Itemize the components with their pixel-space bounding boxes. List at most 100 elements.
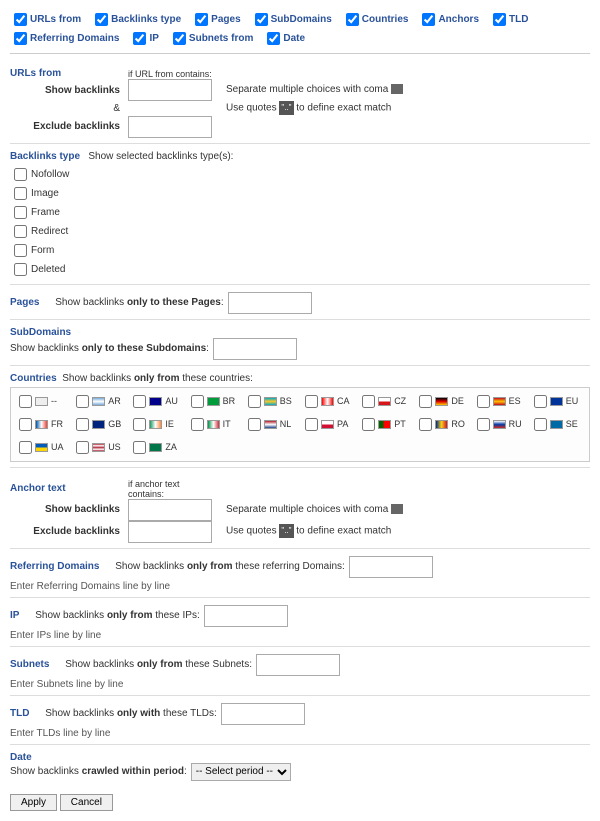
flag-icon [550, 397, 563, 406]
filter-toggle-subdomains[interactable]: SubDomains [251, 10, 332, 29]
filter-toggle-pages[interactable]: Pages [191, 10, 240, 29]
country---[interactable]: -- [15, 392, 70, 411]
country-fr[interactable]: FR [15, 415, 70, 434]
flag-icon [264, 397, 277, 406]
backlinks-type-image[interactable]: Image [10, 184, 590, 203]
country-es[interactable]: ES [473, 392, 528, 411]
country-au[interactable]: AU [129, 392, 184, 411]
urls-from-title: URLs from [10, 68, 120, 79]
keyboard-icon [391, 84, 403, 94]
country-pt[interactable]: PT [358, 415, 413, 434]
country-pa[interactable]: PA [301, 415, 356, 434]
section-subdomains: SubDomains Show backlinks only to these … [10, 322, 590, 366]
top-filter-bar: URLs from Backlinks type Pages SubDomains Co… [10, 10, 590, 54]
filter-checkbox[interactable] [195, 13, 208, 26]
country-us[interactable]: US [72, 438, 127, 457]
flag-icon [550, 420, 563, 429]
flag-icon [149, 420, 162, 429]
country-br[interactable]: BR [187, 392, 242, 411]
country-ca[interactable]: CA [301, 392, 356, 411]
flag-icon [207, 420, 220, 429]
date-period-select[interactable]: -- Select period -- [191, 763, 291, 781]
keyboard-icon [391, 504, 403, 514]
filter-toggle-countries[interactable]: Countries [342, 10, 409, 29]
filter-toggle-referring-domains[interactable]: Referring Domains [10, 29, 119, 48]
section-backlinks-type: Backlinks type Show selected backlinks t… [10, 146, 590, 285]
backlinks-type-nofollow[interactable]: Nofollow [10, 165, 590, 184]
flag-icon [35, 443, 48, 452]
url-show-input[interactable] [128, 79, 212, 101]
filter-checkbox[interactable] [133, 32, 146, 45]
country-cz[interactable]: CZ [358, 392, 413, 411]
flag-icon [264, 420, 277, 429]
cancel-button[interactable]: Cancel [60, 794, 113, 811]
filter-toggle-urls-from[interactable]: URLs from [10, 10, 81, 29]
backlinks-type-deleted[interactable]: Deleted [10, 260, 590, 279]
filter-checkbox[interactable] [493, 13, 506, 26]
flag-icon [92, 420, 105, 429]
quote-icon: ".." [279, 524, 293, 538]
filter-toggle-backlinks-type[interactable]: Backlinks type [91, 10, 181, 29]
apply-button[interactable]: Apply [10, 794, 57, 811]
section-pages: Pages Show backlinks only to these Pages… [10, 287, 590, 320]
quote-icon: ".." [279, 101, 293, 115]
country-nl[interactable]: NL [244, 415, 299, 434]
country-de[interactable]: DE [415, 392, 470, 411]
flag-icon [207, 397, 220, 406]
country-eu[interactable]: EU [530, 392, 585, 411]
button-row: Apply Cancel [10, 794, 590, 811]
flag-icon [378, 420, 391, 429]
flag-icon [435, 420, 448, 429]
filter-toggle-date[interactable]: Date [263, 29, 305, 48]
filter-toggle-anchors[interactable]: Anchors [418, 10, 479, 29]
anchor-show-input[interactable] [128, 499, 212, 521]
flag-icon [35, 420, 48, 429]
filter-checkbox[interactable] [95, 13, 108, 26]
backlinks-type-frame[interactable]: Frame [10, 203, 590, 222]
country-gb[interactable]: GB [72, 415, 127, 434]
flag-icon [321, 397, 334, 406]
country-ie[interactable]: IE [129, 415, 184, 434]
country-bs[interactable]: BS [244, 392, 299, 411]
filter-toggle-subnets-from[interactable]: Subnets from [169, 29, 253, 48]
filter-checkbox[interactable] [422, 13, 435, 26]
flag-icon [321, 420, 334, 429]
country-ua[interactable]: UA [15, 438, 70, 457]
filter-toggle-tld[interactable]: TLD [489, 10, 528, 29]
url-exclude-input[interactable] [128, 116, 212, 138]
backlinks-type-form[interactable]: Form [10, 241, 590, 260]
country-ar[interactable]: AR [72, 392, 127, 411]
country-ro[interactable]: RO [415, 415, 470, 434]
anchor-exclude-input[interactable] [128, 521, 212, 543]
filter-checkbox[interactable] [346, 13, 359, 26]
section-subnets: Subnets Show backlinks only from these S… [10, 649, 590, 696]
flag-icon [149, 443, 162, 452]
section-ip: IP Show backlinks only from these IPs: E… [10, 600, 590, 647]
tld-input[interactable] [221, 703, 305, 725]
flag-icon [35, 397, 48, 406]
refdomains-input[interactable] [349, 556, 433, 578]
section-referring-domains: Referring Domains Show backlinks only fr… [10, 551, 590, 598]
ip-input[interactable] [204, 605, 288, 627]
flag-icon [378, 397, 391, 406]
country-se[interactable]: SE [530, 415, 585, 434]
urls-from-ifcontains: if URL from contains: [128, 69, 218, 79]
filter-checkbox[interactable] [14, 13, 27, 26]
subnets-input[interactable] [256, 654, 340, 676]
filter-toggle-ip[interactable]: IP [129, 29, 158, 48]
flag-icon [493, 420, 506, 429]
flag-icon [92, 443, 105, 452]
filter-checkbox[interactable] [255, 13, 268, 26]
section-tld: TLD Show backlinks only with these TLDs:… [10, 698, 590, 745]
pages-input[interactable] [228, 292, 312, 314]
filter-checkbox[interactable] [267, 32, 280, 45]
section-anchor-text: Anchor text if anchor text contains: Sho… [10, 470, 590, 549]
country-ru[interactable]: RU [473, 415, 528, 434]
backlinks-type-redirect[interactable]: Redirect [10, 222, 590, 241]
filter-checkbox[interactable] [173, 32, 186, 45]
subdomains-input[interactable] [213, 338, 297, 360]
section-urls-from: URLs from if URL from contains: Show bac… [10, 59, 590, 144]
country-za[interactable]: ZA [129, 438, 184, 457]
country-it[interactable]: IT [187, 415, 242, 434]
filter-checkbox[interactable] [14, 32, 27, 45]
